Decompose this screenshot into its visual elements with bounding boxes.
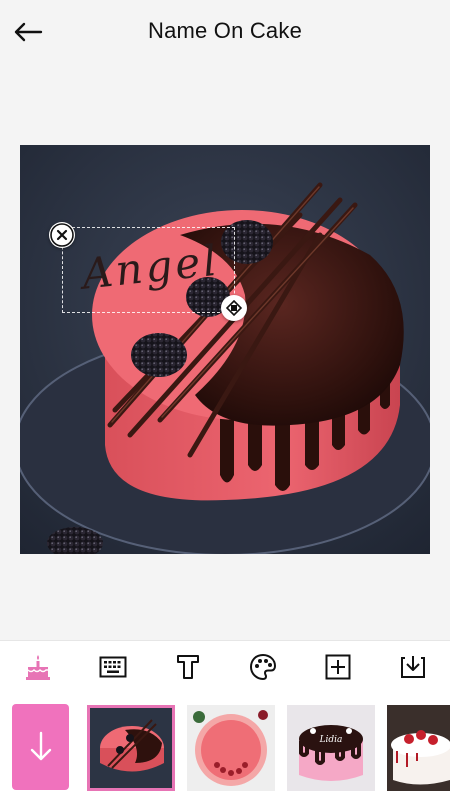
editor-toolbar xyxy=(0,640,450,694)
resize-icon xyxy=(226,300,242,316)
collapse-strip-button[interactable] xyxy=(12,704,69,790)
cake-template-strip: Lidia xyxy=(0,693,450,800)
cake-photo xyxy=(20,145,430,554)
arrow-down-icon xyxy=(30,731,51,761)
cake-thumbnail-image: Lidia xyxy=(287,705,375,791)
tool-save[interactable] xyxy=(391,645,435,689)
cake-thumbnail-image xyxy=(90,708,172,788)
cake-thumbnail-image xyxy=(387,705,450,791)
tool-add[interactable] xyxy=(316,645,360,689)
close-icon xyxy=(50,223,74,247)
thumbnail-cake-text: Lidia xyxy=(319,735,343,745)
tool-keyboard[interactable] xyxy=(91,645,135,689)
cake-icon xyxy=(25,655,50,680)
tool-font[interactable] xyxy=(166,645,210,689)
remove-text-button[interactable] xyxy=(49,222,75,248)
cake-overlay-text[interactable]: Angel xyxy=(78,216,236,317)
tool-cake[interactable] xyxy=(16,645,60,689)
top-app-bar: Name On Cake xyxy=(0,0,450,64)
keyboard-icon xyxy=(99,656,126,678)
resize-text-handle[interactable] xyxy=(221,295,247,321)
font-icon xyxy=(176,655,199,679)
cake-thumbnail-2[interactable] xyxy=(187,705,275,791)
cake-thumbnail-image xyxy=(187,705,275,791)
add-icon xyxy=(325,654,350,680)
download-icon xyxy=(400,656,425,678)
palette-icon xyxy=(249,653,276,681)
cake-thumbnail-1[interactable] xyxy=(87,705,175,791)
cake-thumbnail-4[interactable] xyxy=(387,705,450,791)
tool-color[interactable] xyxy=(241,645,285,689)
page-title: Name On Cake xyxy=(147,18,302,43)
cake-thumbnail-3[interactable]: Lidia xyxy=(287,705,375,791)
cake-photo-canvas[interactable] xyxy=(20,145,430,554)
